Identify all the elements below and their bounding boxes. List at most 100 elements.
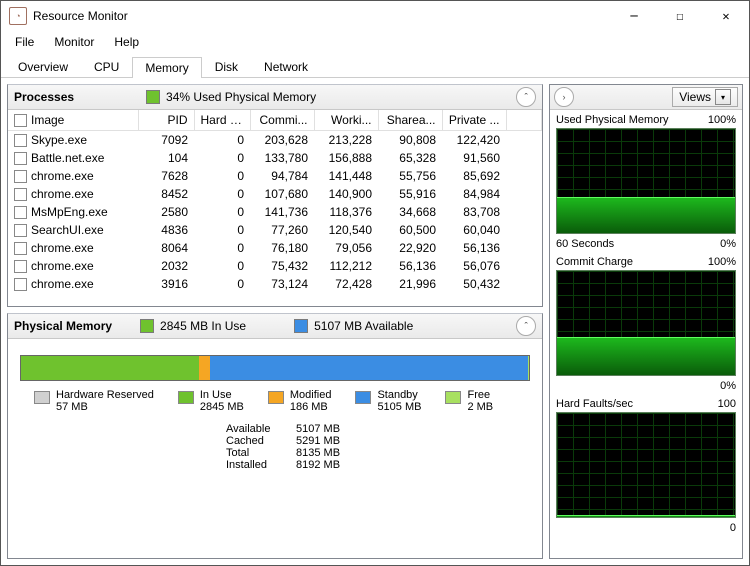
cell-working: 118,376 (314, 203, 378, 221)
chart-faults-foot-right: 0 (730, 522, 736, 534)
col-private[interactable]: Private ... (442, 110, 506, 131)
cell-hard: 0 (194, 257, 250, 275)
cell-commit: 75,432 (250, 257, 314, 275)
row-checkbox[interactable] (14, 152, 27, 165)
cell-working: 72,428 (314, 275, 378, 293)
table-row[interactable]: Battle.net.exe1040133,780156,88865,32891… (8, 149, 542, 167)
tab-overview[interactable]: Overview (5, 56, 81, 77)
row-checkbox[interactable] (14, 170, 27, 183)
available-summary: 5107 MB Available (314, 319, 413, 333)
process-name: chrome.exe (31, 241, 94, 255)
cell-private: 83,708 (442, 203, 506, 221)
tab-disk[interactable]: Disk (202, 56, 251, 77)
table-row[interactable]: MsMpEng.exe25800141,736118,37634,66883,7… (8, 203, 542, 221)
chart-used-max: 100% (708, 114, 736, 126)
expand-charts-button[interactable]: › (554, 87, 574, 107)
processes-table[interactable]: Image PID Hard F... Commi... Worki... Sh… (8, 110, 542, 306)
legend-hardware: Hardware Reserved57 MB (34, 389, 154, 413)
close-button[interactable]: ✕ (703, 1, 749, 31)
cell-pid: 8452 (138, 185, 194, 203)
legend-free: Free2 MB (445, 389, 493, 413)
process-name: Skype.exe (31, 133, 87, 147)
cell-shareable: 22,920 (378, 239, 442, 257)
cell-shareable: 60,500 (378, 221, 442, 239)
chart-faults-title: Hard Faults/sec (556, 398, 633, 410)
cell-commit: 76,180 (250, 239, 314, 257)
processes-header[interactable]: Processes 34% Used Physical Memory ˆ (8, 85, 542, 110)
cell-commit: 133,780 (250, 149, 314, 167)
cell-pid: 3916 (138, 275, 194, 293)
cell-hard: 0 (194, 239, 250, 257)
row-checkbox[interactable] (14, 188, 27, 201)
col-working[interactable]: Worki... (314, 110, 378, 131)
tab-memory[interactable]: Memory (132, 57, 201, 78)
menu-help[interactable]: Help (106, 33, 147, 51)
menubar: File Monitor Help (1, 31, 749, 53)
col-pid[interactable]: PID (138, 110, 194, 131)
row-checkbox[interactable] (14, 278, 27, 291)
cell-working: 120,540 (314, 221, 378, 239)
chart-used-title: Used Physical Memory (556, 114, 668, 126)
cell-commit: 73,124 (250, 275, 314, 293)
cell-working: 140,900 (314, 185, 378, 203)
chart-used-foot-left: 60 Seconds (556, 238, 614, 250)
app-icon: ◔ (9, 7, 27, 25)
tab-network[interactable]: Network (251, 56, 321, 77)
cell-pid: 2032 (138, 257, 194, 275)
tab-bar: Overview CPU Memory Disk Network (1, 53, 749, 78)
memory-bar (20, 355, 530, 381)
cell-pid: 104 (138, 149, 194, 167)
row-checkbox[interactable] (14, 224, 27, 237)
collapse-physmem-button[interactable]: ˆ (516, 316, 536, 336)
maximize-button[interactable]: ☐ (657, 1, 703, 31)
bar-seg-free (528, 356, 529, 380)
cell-pid: 7628 (138, 167, 194, 185)
content-area: Processes 34% Used Physical Memory ˆ (1, 78, 749, 565)
cell-private: 91,560 (442, 149, 506, 167)
inuse-swatch-icon (140, 319, 154, 333)
select-all-checkbox[interactable] (14, 114, 27, 127)
row-checkbox[interactable] (14, 206, 27, 219)
cell-commit: 107,680 (250, 185, 314, 203)
bar-seg-standby (210, 356, 528, 380)
table-row[interactable]: chrome.exe84520107,680140,90055,91684,98… (8, 185, 542, 203)
cell-commit: 203,628 (250, 131, 314, 150)
table-row[interactable]: chrome.exe2032075,432112,21256,13656,076 (8, 257, 542, 275)
cell-hard: 0 (194, 167, 250, 185)
cell-working: 141,448 (314, 167, 378, 185)
col-shareable[interactable]: Sharea... (378, 110, 442, 131)
row-checkbox[interactable] (14, 242, 27, 255)
process-name: SearchUI.exe (31, 223, 104, 237)
process-name: MsMpEng.exe (31, 205, 108, 219)
col-image[interactable]: Image (8, 110, 138, 131)
minimize-button[interactable]: ─ (611, 1, 657, 31)
bar-seg-inuse (21, 356, 199, 380)
table-row[interactable]: chrome.exe3916073,12472,42821,99650,432 (8, 275, 542, 293)
legend-modified: Modified186 MB (268, 389, 332, 413)
process-name: chrome.exe (31, 277, 94, 291)
cell-shareable: 34,668 (378, 203, 442, 221)
row-checkbox[interactable] (14, 134, 27, 147)
cell-working: 156,888 (314, 149, 378, 167)
process-name: chrome.exe (31, 187, 94, 201)
table-row[interactable]: SearchUI.exe4836077,260120,54060,50060,0… (8, 221, 542, 239)
tab-cpu[interactable]: CPU (81, 56, 132, 77)
col-hard-faults[interactable]: Hard F... (194, 110, 250, 131)
avail-swatch-icon (294, 319, 308, 333)
table-row[interactable]: Skype.exe70920203,628213,22890,808122,42… (8, 131, 542, 150)
table-row[interactable]: chrome.exe7628094,784141,44855,75685,692 (8, 167, 542, 185)
cell-pid: 7092 (138, 131, 194, 150)
cell-working: 213,228 (314, 131, 378, 150)
cell-private: 84,984 (442, 185, 506, 203)
row-checkbox[interactable] (14, 260, 27, 273)
table-row[interactable]: chrome.exe8064076,18079,05622,92056,136 (8, 239, 542, 257)
physical-memory-header[interactable]: Physical Memory 2845 MB In Use 5107 MB A… (8, 314, 542, 339)
cell-shareable: 56,136 (378, 257, 442, 275)
col-commit[interactable]: Commi... (250, 110, 314, 131)
processes-usage: 34% Used Physical Memory (166, 90, 316, 104)
menu-monitor[interactable]: Monitor (46, 33, 102, 51)
views-button[interactable]: Views ▾ (672, 87, 738, 107)
collapse-processes-button[interactable]: ˆ (516, 87, 536, 107)
menu-file[interactable]: File (7, 33, 42, 51)
chart-commit-charge (556, 270, 736, 376)
